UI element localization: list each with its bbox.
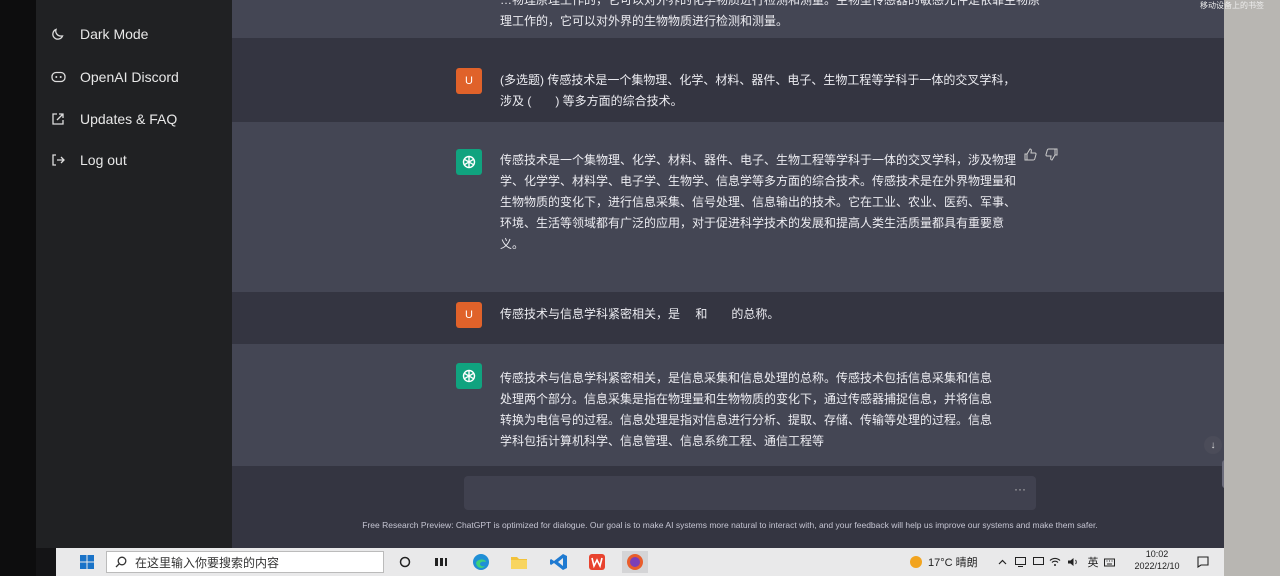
cortana-icon[interactable] <box>396 553 414 571</box>
network-icon[interactable] <box>1014 553 1026 571</box>
prompt-input[interactable]: ··· <box>464 476 1036 510</box>
scroll-down-button[interactable]: ↓ <box>1204 436 1222 454</box>
message-row-assistant: 传感技术是一个集物理、化学、材料、器件、电子、生物工程等学科于一体的交叉学科，涉… <box>232 122 1228 292</box>
ime-settings-icon[interactable] <box>1102 553 1116 571</box>
wps-office-icon[interactable] <box>586 553 608 571</box>
message-row-assistant: 传感技术与信息学科紧密相关，是信息采集和信息处理的总称。传感技术包括信息采集和信… <box>232 344 1228 466</box>
discord-icon <box>50 69 66 85</box>
screen-frame: Dark Mode OpenAI Discord Updates & FAQ L… <box>0 0 1280 576</box>
clock-date: 2022/12/10 <box>1134 561 1180 571</box>
volume-icon[interactable] <box>1066 553 1080 571</box>
message-row-user: U (多选题) 传感技术是一个集物理、化学、材料、器件、电子、生物工程等学科于一… <box>232 38 1228 122</box>
edge-browser-icon[interactable] <box>470 553 492 571</box>
thumbs-up-icon[interactable] <box>1024 148 1037 166</box>
feedback-buttons <box>1024 148 1058 166</box>
sidebar-item-label: Dark Mode <box>80 26 149 42</box>
task-view-icon[interactable] <box>432 553 450 571</box>
sidebar-item-label: OpenAI Discord <box>80 69 179 85</box>
typing-indicator: ··· <box>1014 482 1026 496</box>
user-avatar: U <box>456 302 482 328</box>
footer-disclaimer: Free Research Preview: ChatGPT is optimi… <box>362 520 1098 530</box>
sidebar-item-discord[interactable]: OpenAI Discord <box>50 66 179 88</box>
message-text: 传感技术是一个集物理、化学、材料、器件、电子、生物工程等学科于一体的交叉学科，涉… <box>500 153 1017 251</box>
taskbar-search-box[interactable]: 在这里输入你要搜索的内容 <box>106 551 384 573</box>
file-explorer-icon[interactable] <box>508 553 530 571</box>
ime-indicator[interactable]: 英 <box>1086 553 1100 571</box>
sidebar-item-dark-mode[interactable]: Dark Mode <box>50 23 148 45</box>
avatar-letter: U <box>465 309 473 321</box>
logout-icon <box>50 152 66 168</box>
message-row-assistant-partial: …物理原理工作的，它可以对外界的化学物质进行检测和测量。生物型传感器的敏感元件是… <box>232 0 1228 38</box>
message-text: 传感技术与信息学科紧密相关，是信息采集和信息处理的总称。传感技术包括信息采集和信… <box>500 371 993 448</box>
avatar-letter: U <box>465 75 473 87</box>
search-icon <box>115 556 127 568</box>
laptop-bezel-left <box>0 0 36 576</box>
vscode-icon[interactable] <box>548 553 570 571</box>
taskbar-clock[interactable]: 10:02 2022/12/10 <box>1120 548 1194 572</box>
message-text: …物理原理工作的，它可以对外界的化学物质进行检测和测量。生物型传感器的敏感元件是… <box>500 0 1041 28</box>
sidebar-item-label: Log out <box>80 152 127 168</box>
sidebar-item-updates-faq[interactable]: Updates & FAQ <box>50 108 177 130</box>
message-text: 传感技术与信息学科紧密相关，是 和 的总称。 <box>500 307 780 321</box>
sidebar: Dark Mode OpenAI Discord Updates & FAQ L… <box>36 0 232 548</box>
chatgpt-logo-icon <box>456 363 482 389</box>
moon-icon <box>50 26 66 42</box>
clock-time: 10:02 <box>1145 549 1169 559</box>
mobile-bookmarks-link[interactable]: 移动设备上的书签 <box>1200 0 1280 10</box>
thumbs-down-icon[interactable] <box>1045 148 1058 166</box>
external-link-icon <box>50 111 66 127</box>
chatgpt-logo-icon <box>456 149 482 175</box>
windows-start-icon[interactable] <box>78 553 96 571</box>
notification-icon[interactable] <box>1196 553 1210 571</box>
message-text: (多选题) 传感技术是一个集物理、化学、材料、器件、电子、生物工程等学科于一体的… <box>500 73 1016 108</box>
chevron-up-icon[interactable] <box>996 553 1008 571</box>
weather-text[interactable]: 17°C 晴朗 <box>928 553 988 571</box>
windows-taskbar: 在这里输入你要搜索的内容 17°C 晴朗 英 10:02 2022/12/10 <box>56 548 1224 576</box>
chat-main: …物理原理工作的，它可以对外界的化学物质进行检测和测量。生物型传感器的敏感元件是… <box>232 0 1228 548</box>
user-avatar: U <box>456 68 482 94</box>
sidebar-item-label: Updates & FAQ <box>80 111 178 127</box>
firefox-icon[interactable] <box>622 551 648 573</box>
weather-sun-icon <box>908 553 924 571</box>
search-placeholder: 在这里输入你要搜索的内容 <box>135 555 280 570</box>
monitor-icon[interactable] <box>1032 553 1044 571</box>
message-row-user: U 传感技术与信息学科紧密相关，是 和 的总称。 <box>232 292 1228 344</box>
laptop-bezel-right <box>1224 0 1280 576</box>
wifi-icon[interactable] <box>1048 553 1062 571</box>
sidebar-item-log-out[interactable]: Log out <box>50 149 127 171</box>
